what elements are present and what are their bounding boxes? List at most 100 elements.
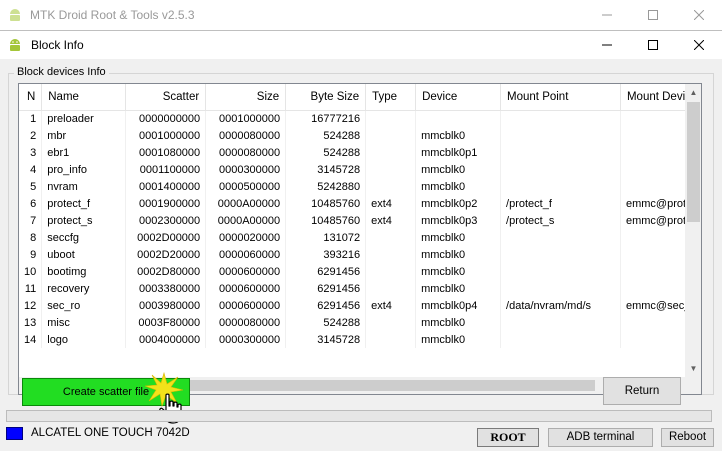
column-header-size[interactable]: Size — [205, 84, 287, 111]
table-body: 1 preloader 0000000000 0001000000 16777216 2 m… — [19, 110, 701, 348]
scroll-up-arrow-icon[interactable]: ▲ — [685, 84, 701, 101]
cell-byte-size: 393216 — [285, 246, 367, 263]
cell-n: 6 — [19, 195, 43, 212]
main-minimize-button[interactable] — [584, 0, 630, 30]
cell-device: mmcblk0p4 — [415, 297, 502, 314]
cell-mount-point — [500, 110, 621, 127]
column-header-scatter[interactable]: Scatter — [125, 84, 207, 111]
cell-type — [365, 229, 417, 246]
block-table[interactable]: N Name Scatter Size Byte Size Type Device Mount… — [18, 83, 702, 395]
cell-name: sec_ro — [41, 297, 127, 314]
cell-n: 12 — [19, 297, 43, 314]
cell-name: mbr — [41, 127, 127, 144]
cell-device: mmcblk0 — [415, 314, 502, 331]
android-icon — [10, 9, 20, 21]
cell-name: protect_f — [41, 195, 127, 212]
cell-device: mmcblk0p2 — [415, 195, 502, 212]
column-header-type[interactable]: Type — [365, 84, 417, 111]
cell-type — [365, 280, 417, 297]
cell-size: 0000060000 — [205, 246, 287, 263]
cell-device: mmcblk0 — [415, 263, 502, 280]
table-row[interactable]: 4 pro_info 0001100000 0000300000 3145728 mmcb… — [19, 161, 701, 178]
column-header-name[interactable]: Name — [41, 84, 127, 111]
scroll-down-arrow-icon[interactable]: ▼ — [685, 360, 701, 377]
table-row[interactable]: 11 recovery 0003380000 0000600000 6291456 mmc… — [19, 280, 701, 297]
cell-device: mmcblk0 — [415, 127, 502, 144]
cell-name: misc — [41, 314, 127, 331]
cell-name: bootimg — [41, 263, 127, 280]
cell-scatter: 0002D00000 — [125, 229, 207, 246]
cell-device: mmcblk0p3 — [415, 212, 502, 229]
table-row[interactable]: 10 bootimg 0002D80000 0000600000 6291456 mmcb… — [19, 263, 701, 280]
cell-byte-size: 6291456 — [285, 263, 367, 280]
cell-device: mmcblk0 — [415, 178, 502, 195]
table-row[interactable]: 14 logo 0004000000 0000300000 3145728 mmcblk0 — [19, 331, 701, 348]
cell-byte-size: 131072 — [285, 229, 367, 246]
cell-byte-size: 6291456 — [285, 297, 367, 314]
cell-size: 0000300000 — [205, 161, 287, 178]
cell-byte-size: 524288 — [285, 314, 367, 331]
cell-size: 0000080000 — [205, 127, 287, 144]
progress-bar — [6, 410, 712, 422]
device-name: ALCATEL ONE TOUCH 7042D — [31, 427, 190, 439]
cell-n: 5 — [19, 178, 43, 195]
table-header-row: N Name Scatter Size Byte Size Type Device Mount… — [19, 84, 701, 111]
cell-scatter: 0000000000 — [125, 110, 207, 127]
cell-n: 7 — [19, 212, 43, 229]
cell-n: 9 — [19, 246, 43, 263]
cell-n: 11 — [19, 280, 43, 297]
cell-mount-point — [500, 161, 621, 178]
cell-device: mmcblk0 — [415, 246, 502, 263]
cell-mount-point — [500, 178, 621, 195]
maximize-icon — [648, 40, 658, 50]
column-header-byte-size[interactable]: Byte Size — [285, 84, 367, 111]
main-maximize-button[interactable] — [630, 0, 676, 30]
column-header-mount-point[interactable]: Mount Point — [500, 84, 621, 111]
table-row[interactable]: 2 mbr 0001000000 0000080000 524288 mmcblk0 — [19, 127, 701, 144]
cell-size: 0000600000 — [205, 280, 287, 297]
table-row[interactable]: 5 nvram 0001400000 0000500000 5242880 mmcblk0 — [19, 178, 701, 195]
cell-byte-size: 524288 — [285, 127, 367, 144]
cell-mount-point — [500, 127, 621, 144]
cell-type — [365, 144, 417, 161]
cell-scatter: 0003380000 — [125, 280, 207, 297]
dialog-close-button[interactable] — [676, 31, 722, 59]
cell-scatter: 0003F80000 — [125, 314, 207, 331]
cell-mount-point — [500, 314, 621, 331]
main-close-button[interactable] — [676, 0, 722, 30]
return-button[interactable]: Return — [603, 377, 681, 405]
cell-name: seccfg — [41, 229, 127, 246]
cell-n: 4 — [19, 161, 43, 178]
dialog-maximize-button[interactable] — [630, 31, 676, 59]
adb-terminal-button[interactable]: ADB terminal — [548, 428, 653, 447]
cell-device: mmcblk0 — [415, 229, 502, 246]
table-row[interactable]: 13 misc 0003F80000 0000080000 524288 mmcblk0 — [19, 314, 701, 331]
column-header-device[interactable]: Device — [415, 84, 502, 111]
table-row[interactable]: 8 seccfg 0002D00000 0000020000 131072 mmcblk0 — [19, 229, 701, 246]
table-row[interactable]: 7 protect_s 0002300000 0000A00000 10485760 ex… — [19, 212, 701, 229]
table-row[interactable]: 12 sec_ro 0003980000 0000600000 6291456 ext4 m… — [19, 297, 701, 314]
cell-size: 0000020000 — [205, 229, 287, 246]
vertical-scrollbar[interactable]: ▲ ▼ — [685, 84, 701, 377]
main-title-bar[interactable]: MTK Droid Root & Tools v2.5.3 — [0, 0, 722, 30]
table-row[interactable]: 1 preloader 0000000000 0001000000 16777216 — [19, 110, 701, 127]
cell-device: mmcblk0 — [415, 161, 502, 178]
cell-name: nvram — [41, 178, 127, 195]
column-header-n[interactable]: N — [19, 84, 43, 111]
vertical-scroll-thumb[interactable] — [687, 102, 700, 222]
dialog-title-bar[interactable]: Block Info — [0, 31, 722, 59]
cell-byte-size: 524288 — [285, 144, 367, 161]
table-row[interactable]: 9 uboot 0002D20000 0000060000 393216 mmcblk0 — [19, 246, 701, 263]
android-icon — [10, 39, 20, 51]
table-row[interactable]: 3 ebr1 0001080000 0000080000 524288 mmcblk0p1 — [19, 144, 701, 161]
cell-scatter: 0001100000 — [125, 161, 207, 178]
cell-name: ebr1 — [41, 144, 127, 161]
cell-size: 0000A00000 — [205, 195, 287, 212]
table-row[interactable]: 6 protect_f 0001900000 0000A00000 10485760 ex… — [19, 195, 701, 212]
cell-device: mmcblk0p1 — [415, 144, 502, 161]
dialog-minimize-button[interactable] — [584, 31, 630, 59]
reboot-button[interactable]: Reboot — [661, 428, 714, 447]
cell-byte-size: 16777216 — [285, 110, 367, 127]
cell-name: logo — [41, 331, 127, 348]
root-button[interactable]: ROOT — [477, 428, 539, 447]
